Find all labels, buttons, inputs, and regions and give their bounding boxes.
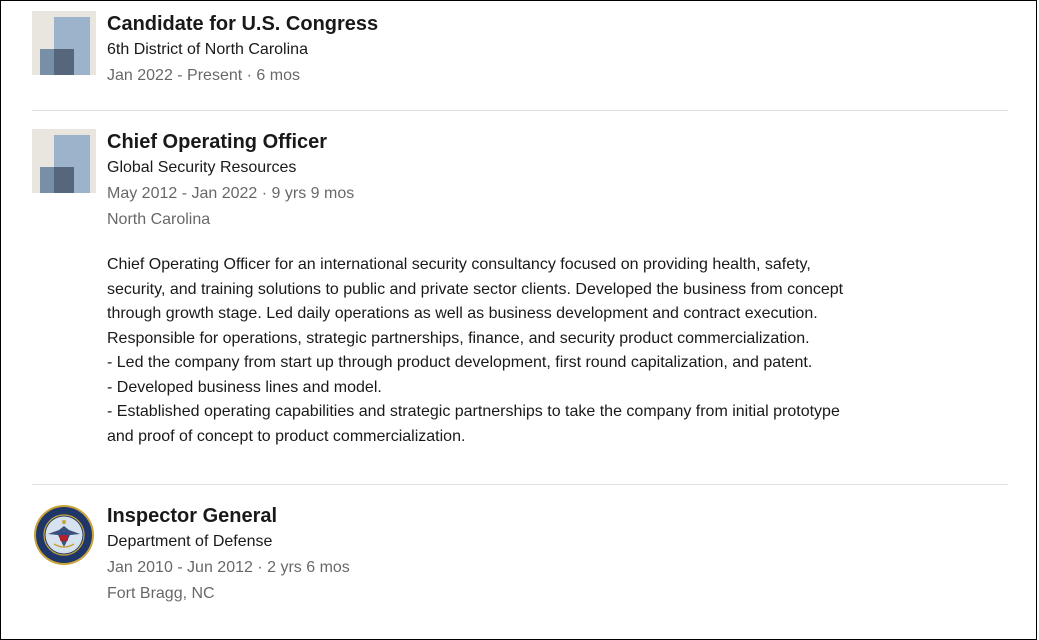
experience-item-inspector-general[interactable]: Inspector General Department of Defense … [32, 503, 1008, 613]
experience-title[interactable]: Inspector General [107, 503, 1008, 529]
experience-description: Chief Operating Officer for an internati… [107, 256, 844, 445]
experience-company: Department of Defense [107, 533, 273, 550]
experience-location: North Carolina [107, 211, 211, 228]
experience-title[interactable]: Candidate for U.S. Congress [107, 11, 1008, 37]
experience-dates: Jan 2010 - Jun 2012 · 2 yrs 6 mos [107, 559, 350, 576]
experience-location: Fort Bragg, NC [107, 585, 215, 602]
experience-item-congress[interactable]: Candidate for U.S. Congress 6th District… [32, 11, 1008, 95]
experience-company: 6th District of North Carolina [107, 41, 308, 58]
experience-title[interactable]: Chief Operating Officer [107, 129, 1008, 155]
divider [32, 484, 1008, 485]
experience-company: Global Security Resources [107, 159, 297, 176]
experience-panel: Candidate for U.S. Congress 6th District… [0, 0, 1037, 640]
divider [32, 110, 1008, 111]
experience-dates: May 2012 - Jan 2022 · 9 yrs 9 mos [107, 185, 355, 202]
experience-item-coo[interactable]: Chief Operating Officer Global Security … [32, 129, 1008, 469]
placeholder-company-logo-icon[interactable] [32, 11, 96, 75]
experience-dates: Jan 2022 - Present · 6 mos [107, 67, 300, 84]
placeholder-company-logo-icon[interactable] [32, 129, 96, 193]
dod-seal-logo-icon[interactable] [32, 503, 96, 567]
